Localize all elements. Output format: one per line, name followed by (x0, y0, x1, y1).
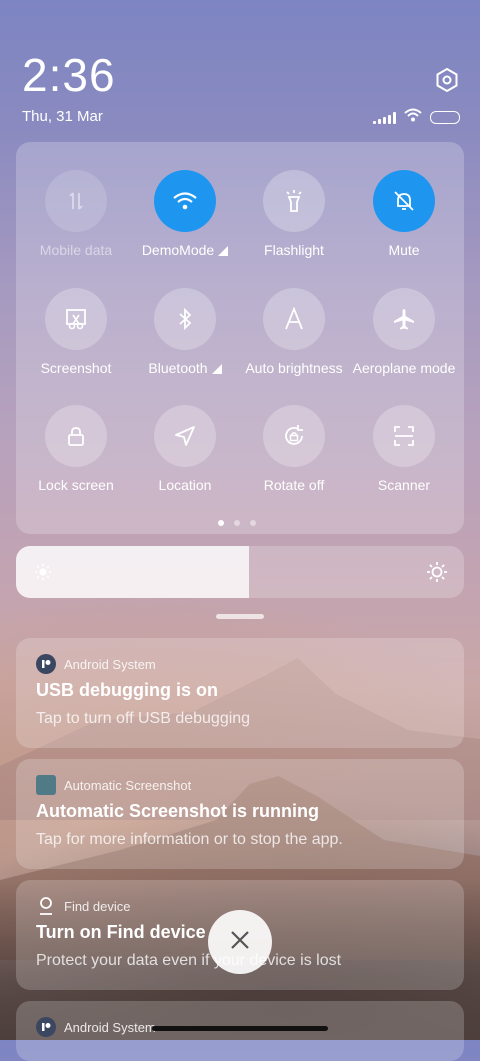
android-system-icon (36, 654, 56, 674)
notification-body: Tap to turn off USB debugging (36, 710, 251, 727)
clear-notifications-button[interactable] (208, 910, 272, 974)
tile-label: Rotate off (263, 477, 325, 493)
notification-app-name: Find device (64, 898, 131, 914)
tile-flashlight[interactable]: Flashlight (239, 170, 349, 258)
auto-brightness-icon (263, 288, 325, 350)
bluetooth-icon (154, 288, 216, 350)
tile-location[interactable]: Location (130, 405, 240, 493)
quick-settings-panel: Mobile data DemoMode Flashlight Mute Scr… (16, 142, 464, 534)
brightness-slider[interactable] (16, 546, 464, 598)
notification-body: Protect your data even if your device is… (36, 952, 342, 969)
notification-app-name: Automatic Screenshot (64, 777, 192, 793)
tile-label: Scanner (377, 477, 431, 493)
tile-auto-brightness[interactable]: Auto brightness (239, 288, 349, 376)
bell-off-icon (373, 170, 435, 232)
airplane-icon (373, 288, 435, 350)
page-indicator (218, 520, 256, 526)
tile-label: Screenshot (40, 360, 112, 376)
tile-bluetooth[interactable]: Bluetooth (130, 288, 240, 376)
tile-lock-screen[interactable]: Lock screen (21, 405, 131, 493)
tile-demomode[interactable]: DemoMode (130, 170, 240, 258)
notification-automatic-screenshot[interactable]: Automatic Screenshot Automatic Screensho… (16, 759, 464, 869)
tile-label: Aeroplane mode (352, 360, 456, 376)
tile-label: Lock screen (38, 477, 114, 493)
notification-app-name: Android System (64, 656, 156, 672)
page-dot (234, 520, 240, 526)
location-pin-icon (36, 896, 56, 916)
signal-icon (373, 111, 396, 124)
tile-rotate-off[interactable]: Rotate off (239, 405, 349, 493)
date-label: Thu, 31 Mar (22, 108, 103, 125)
page-dot (250, 520, 256, 526)
notification-title: Turn on Find device (36, 922, 206, 942)
tile-label: Mute (388, 242, 420, 258)
tile-mute[interactable]: Mute (349, 170, 459, 258)
notification-title: USB debugging is on (36, 680, 218, 700)
lock-icon (45, 405, 107, 467)
brightness-high-icon (426, 561, 448, 588)
clock-time: 2:36 (22, 49, 116, 101)
panel-drag-handle[interactable] (216, 614, 264, 619)
close-icon (229, 929, 251, 956)
flashlight-icon (263, 170, 325, 232)
android-system-icon (36, 1017, 56, 1037)
notification-usb-debugging[interactable]: Android System USB debugging is on Tap t… (16, 638, 464, 748)
rotate-lock-icon (263, 405, 325, 467)
expand-icon (218, 246, 229, 256)
tile-scanner[interactable]: Scanner (349, 405, 459, 493)
automatic-screenshot-icon (36, 775, 56, 795)
home-indicator[interactable] (152, 1026, 328, 1031)
settings-icon[interactable] (434, 67, 460, 93)
location-icon (154, 405, 216, 467)
tile-label: Location (158, 477, 212, 493)
status-icons (373, 108, 460, 127)
mobile-data-icon (45, 170, 107, 232)
notification-body: Tap for more information or to stop the … (36, 831, 343, 848)
tile-aeroplane-mode[interactable]: Aeroplane mode (349, 288, 459, 376)
notification-title: Automatic Screenshot is running (36, 801, 320, 821)
wifi-icon (154, 170, 216, 232)
tile-label: DemoMode (141, 242, 215, 258)
tile-label: Bluetooth (148, 360, 208, 376)
expand-icon (211, 364, 222, 374)
screenshot-icon (45, 288, 107, 350)
brightness-low-icon (34, 563, 52, 586)
tile-label: Mobile data (39, 242, 113, 258)
tile-label: Flashlight (264, 242, 324, 258)
tile-mobile-data[interactable]: Mobile data (21, 170, 131, 258)
notification-app-name: Android System (64, 1019, 156, 1035)
page-dot (218, 520, 224, 526)
scanner-icon (373, 405, 435, 467)
wifi-status-icon (404, 108, 422, 127)
tile-label: Auto brightness (245, 360, 343, 376)
tile-screenshot[interactable]: Screenshot (21, 288, 131, 376)
notification-android-system[interactable]: Android System (16, 1001, 464, 1061)
battery-icon (430, 111, 460, 124)
